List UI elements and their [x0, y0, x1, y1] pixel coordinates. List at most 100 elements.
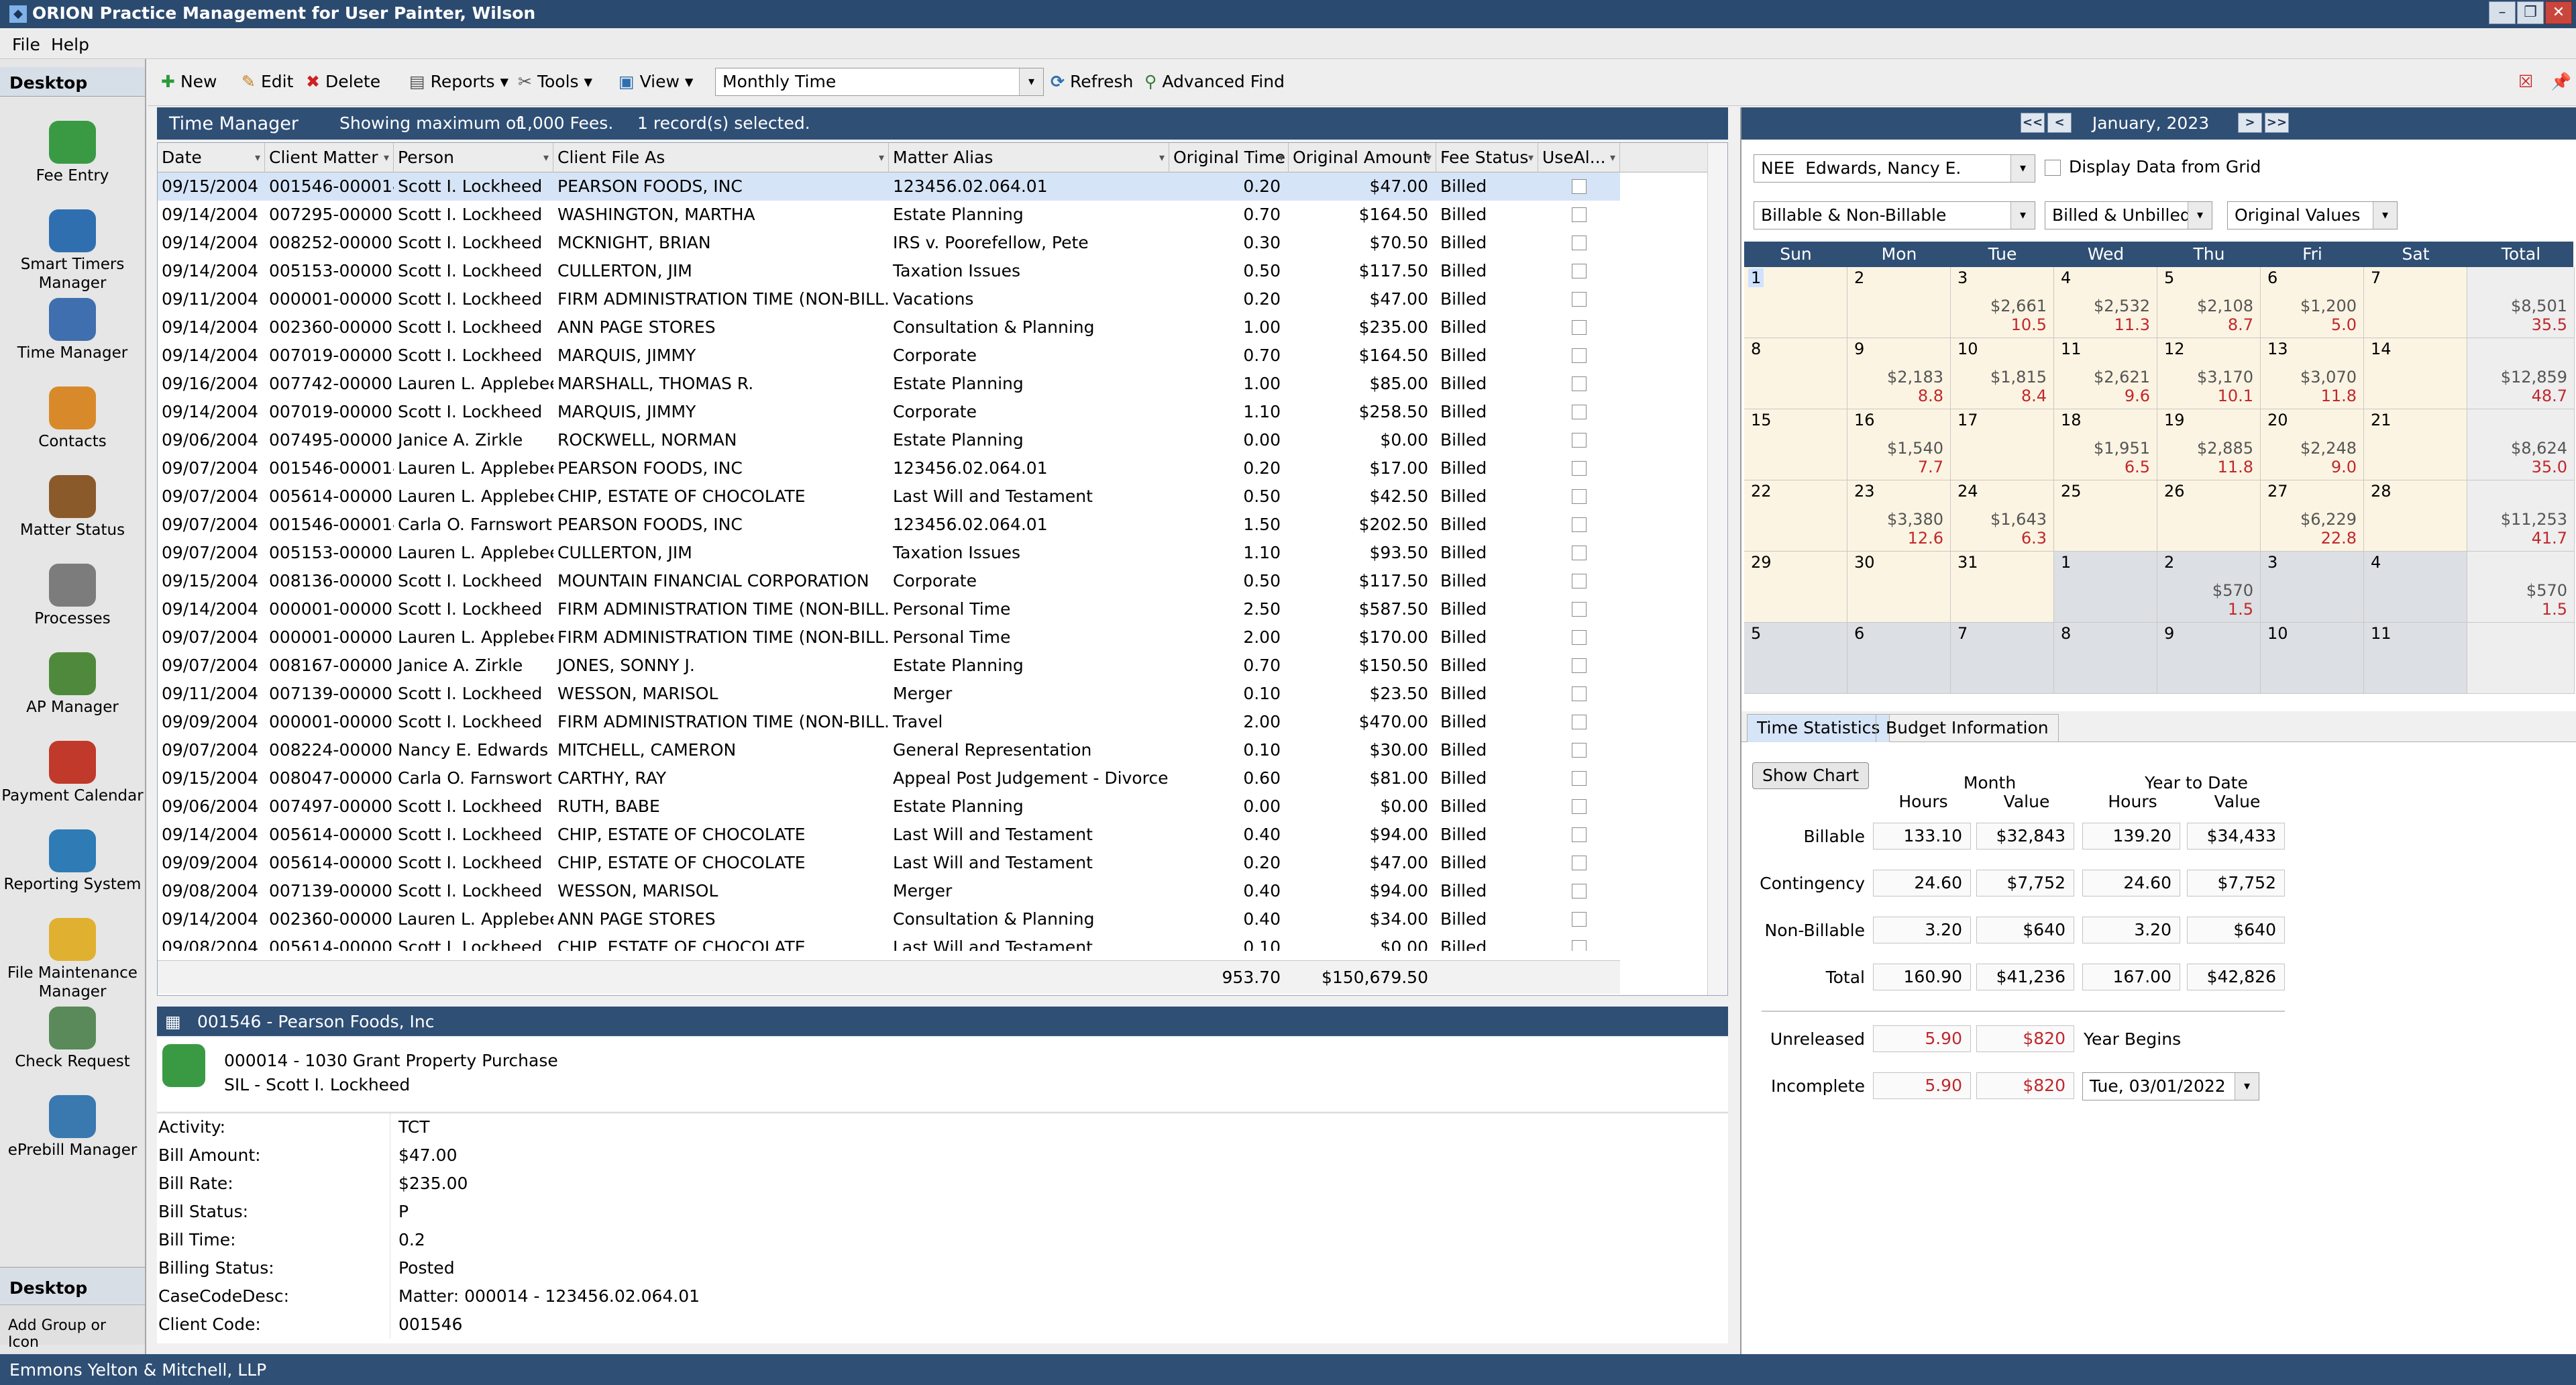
- calendar-day[interactable]: 25: [2054, 480, 2157, 552]
- menu-file[interactable]: File: [12, 35, 40, 54]
- column-header-8[interactable]: UseAl... ▾: [1538, 143, 1620, 172]
- calendar-day[interactable]: 12 $3,170 10.1: [2157, 338, 2261, 409]
- calendar-day[interactable]: 2: [1847, 267, 1951, 338]
- column-header-4[interactable]: Matter Alias ▾: [889, 143, 1169, 172]
- table-row[interactable]: 09/07/2004 005153-000002 Lauren L. Applebe…: [158, 539, 1620, 567]
- nav-item-8[interactable]: Reporting System: [0, 829, 145, 918]
- close-button[interactable]: ✕: [2545, 1, 2572, 24]
- use-alt-checkbox[interactable]: [1572, 658, 1587, 673]
- nav-item-11[interactable]: ePrebill Manager: [0, 1095, 145, 1184]
- year-begins-date[interactable]: Tue, 03/01/2022 ▾: [2082, 1072, 2259, 1100]
- filter-icon[interactable]: ▾: [543, 143, 549, 172]
- prev-month-button[interactable]: <: [2047, 113, 2072, 133]
- use-alt-checkbox[interactable]: [1572, 179, 1587, 194]
- use-alt-checkbox[interactable]: [1572, 405, 1587, 419]
- delete-button[interactable]: ✖ Delete: [306, 68, 380, 95]
- close-tab-icon[interactable]: ☒: [2518, 68, 2533, 95]
- use-alt-checkbox[interactable]: [1572, 376, 1587, 391]
- nav-item-9[interactable]: File Maintenance Manager: [0, 918, 145, 1007]
- nav-item-3[interactable]: Contacts: [0, 387, 145, 475]
- calendar-day[interactable]: 4 $2,532 11.3: [2054, 267, 2157, 338]
- column-header-6[interactable]: Original Amount ▾: [1289, 143, 1436, 172]
- table-row[interactable]: 09/14/2004 005614-000003 Scott I. Lockheed…: [158, 821, 1620, 849]
- calendar-day[interactable]: 29: [1744, 552, 1847, 623]
- tools-button[interactable]: ✂ Tools ▾: [518, 68, 592, 95]
- table-row[interactable]: 09/09/2004 005614-000003 Scott I. Lockheed…: [158, 849, 1620, 877]
- table-row[interactable]: 09/14/2004 005153-000002 Scott I. Lockheed…: [158, 257, 1620, 285]
- pin-icon[interactable]: 📌: [2551, 68, 2571, 95]
- display-grid-checkbox[interactable]: [2045, 160, 2061, 176]
- nav-item-2[interactable]: Time Manager: [0, 298, 145, 387]
- column-header-5[interactable]: Original Time ▾: [1169, 143, 1289, 172]
- table-row[interactable]: 09/08/2004 005614-000003 Scott I. Lockheed…: [158, 933, 1620, 951]
- table-row[interactable]: 09/07/2004 001546-000014 Carla O. Farnswor…: [158, 511, 1620, 539]
- person-select[interactable]: NEE Edwards, Nancy E. ▾: [1754, 154, 2035, 183]
- calendar-day[interactable]: 30: [1847, 552, 1951, 623]
- calendar-day[interactable]: 18 $1,951 6.5: [2054, 409, 2157, 480]
- grid-scrollbar[interactable]: [1707, 143, 1727, 995]
- calendar-day[interactable]: 3 $2,661 10.5: [1951, 267, 2054, 338]
- table-row[interactable]: 09/15/2004 008136-000001 Scott I. Lockheed…: [158, 567, 1620, 595]
- filter-icon[interactable]: ▾: [1528, 143, 1534, 172]
- table-row[interactable]: 09/09/2004 000001-000006 Scott I. Lockheed…: [158, 708, 1620, 736]
- calendar-day[interactable]: 6 $1,200 5.0: [2261, 267, 2364, 338]
- advanced-find-button[interactable]: ⚲ Advanced Find: [1144, 68, 1285, 95]
- calendar-day[interactable]: 27 $6,229 22.8: [2261, 480, 2364, 552]
- use-alt-checkbox[interactable]: [1572, 827, 1587, 842]
- calendar-day[interactable]: 16 $1,540 7.7: [1847, 409, 1951, 480]
- table-row[interactable]: 09/14/2004 007019-000001 Scott I. Lockheed…: [158, 342, 1620, 370]
- show-chart-button[interactable]: Show Chart: [1752, 762, 1870, 789]
- use-alt-checkbox[interactable]: [1572, 940, 1587, 951]
- column-header-7[interactable]: Fee Status ▾: [1436, 143, 1538, 172]
- calendar-day[interactable]: 2 $570 1.5: [2157, 552, 2261, 623]
- column-header-3[interactable]: Client File As ▾: [553, 143, 889, 172]
- use-alt-checkbox[interactable]: [1572, 433, 1587, 448]
- calendar-day[interactable]: 3: [2261, 552, 2364, 623]
- add-group-button[interactable]: Add Group or Icon: [0, 1304, 145, 1351]
- calendar-day[interactable]: 4: [2364, 552, 2467, 623]
- filter-icon[interactable]: ▾: [1610, 143, 1615, 172]
- tab-budget-information[interactable]: Budget Information: [1876, 714, 2059, 742]
- calendar-day[interactable]: 23 $3,380 12.6: [1847, 480, 1951, 552]
- use-alt-checkbox[interactable]: [1572, 574, 1587, 588]
- use-alt-checkbox[interactable]: [1572, 292, 1587, 307]
- use-alt-checkbox[interactable]: [1572, 856, 1587, 870]
- use-alt-checkbox[interactable]: [1572, 517, 1587, 532]
- use-alt-checkbox[interactable]: [1572, 207, 1587, 222]
- table-row[interactable]: 09/14/2004 008252-000001 Scott I. Lockheed…: [158, 229, 1620, 257]
- new-button[interactable]: ✚ New: [161, 68, 217, 95]
- nav-item-6[interactable]: AP Manager: [0, 652, 145, 741]
- view-select[interactable]: Monthly Time ▾: [715, 68, 1044, 96]
- nav-item-10[interactable]: Check Request: [0, 1007, 145, 1095]
- calendar-day[interactable]: 11 $2,621 9.6: [2054, 338, 2157, 409]
- calendar-day[interactable]: 5: [1744, 623, 1847, 694]
- calendar-day[interactable]: 28: [2364, 480, 2467, 552]
- first-month-button[interactable]: <<: [2021, 113, 2045, 133]
- table-row[interactable]: 09/07/2004 008224-000001 Nancy E. Edwards M…: [158, 736, 1620, 764]
- values-filter-select[interactable]: Original Values ▾: [2227, 201, 2398, 229]
- calendar-day[interactable]: 17: [1951, 409, 2054, 480]
- use-alt-checkbox[interactable]: [1572, 264, 1587, 278]
- calendar-day[interactable]: 13 $3,070 11.8: [2261, 338, 2364, 409]
- billable-filter-select[interactable]: Billable & Non-Billable ▾: [1754, 201, 2035, 229]
- calendar-day[interactable]: 31: [1951, 552, 2054, 623]
- calendar-day[interactable]: 6: [1847, 623, 1951, 694]
- table-row[interactable]: 09/11/2004 000001-000003 Scott I. Lockheed…: [158, 285, 1620, 313]
- refresh-button[interactable]: ⟳ Refresh: [1051, 68, 1133, 95]
- calendar-day[interactable]: 8: [2054, 623, 2157, 694]
- use-alt-checkbox[interactable]: [1572, 686, 1587, 701]
- table-row[interactable]: 09/14/2004 007295-000001 Scott I. Lockheed…: [158, 201, 1620, 229]
- use-alt-checkbox[interactable]: [1572, 489, 1587, 504]
- billed-filter-select[interactable]: Billed & Unbilled ▾: [2045, 201, 2212, 229]
- use-alt-checkbox[interactable]: [1572, 912, 1587, 927]
- table-row[interactable]: 09/14/2004 007019-000001 Scott I. Lockheed…: [158, 398, 1620, 426]
- calendar-day[interactable]: 9 $2,183 8.8: [1847, 338, 1951, 409]
- use-alt-checkbox[interactable]: [1572, 771, 1587, 786]
- table-row[interactable]: 09/08/2004 007139-000001 Scott I. Lockheed…: [158, 877, 1620, 905]
- table-row[interactable]: 09/06/2004 007497-000001 Scott I. Lockheed…: [158, 792, 1620, 821]
- calendar-day[interactable]: 22: [1744, 480, 1847, 552]
- filter-icon[interactable]: ▾: [1426, 143, 1432, 172]
- calendar-day[interactable]: 20 $2,248 9.0: [2261, 409, 2364, 480]
- nav-item-5[interactable]: Processes: [0, 564, 145, 652]
- table-row[interactable]: 09/15/2004 008047-000001 Carla O. Farnswor…: [158, 764, 1620, 792]
